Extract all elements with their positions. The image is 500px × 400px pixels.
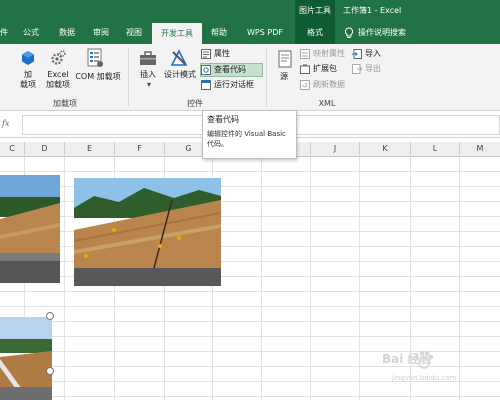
grid-line bbox=[0, 171, 500, 172]
run-dialog-button[interactable]: 运行对话框 bbox=[201, 79, 274, 91]
tab-review[interactable]: 审阅 bbox=[86, 22, 116, 44]
lightbulb-icon[interactable] bbox=[342, 22, 356, 44]
design-mode-icon bbox=[170, 49, 188, 67]
properties-button[interactable]: 属性 bbox=[201, 48, 264, 60]
addins-group-label: 加载项 bbox=[53, 99, 77, 108]
grid-line bbox=[359, 156, 360, 400]
com-addins-icon bbox=[86, 48, 104, 68]
map-properties-label: 映射属性 bbox=[313, 49, 345, 58]
window-title: 工作簿1 - Excel bbox=[343, 6, 402, 15]
import-button[interactable]: 导入 bbox=[352, 48, 399, 60]
slope-photo-3[interactable] bbox=[0, 317, 52, 400]
grid-line bbox=[0, 321, 500, 322]
grid-line bbox=[0, 396, 500, 397]
design-mode-button[interactable]: 设计模式 bbox=[162, 70, 198, 80]
slope-photo-1[interactable] bbox=[0, 175, 60, 283]
ribbon-tab-bar: 件 公式 数据 审阅 视图 开发工具 帮助 WPS PDF 格式 操作说明搜索 bbox=[0, 22, 500, 45]
run-dialog-icon bbox=[201, 80, 211, 90]
watermark-text: Bai 经验 bbox=[382, 352, 432, 366]
grid-line bbox=[0, 291, 500, 292]
column-header[interactable]: C bbox=[0, 142, 25, 156]
com-addins-button[interactable]: COM 加载项 bbox=[73, 72, 123, 82]
properties-icon bbox=[201, 49, 211, 59]
title-bar: 图片工具 bbox=[0, 0, 500, 22]
resize-handle[interactable] bbox=[46, 312, 54, 320]
column-header[interactable]: L bbox=[411, 142, 460, 156]
grid-line bbox=[310, 156, 311, 400]
tell-me-search[interactable]: 操作说明搜索 bbox=[358, 22, 418, 44]
expansion-packs-label: 扩展包 bbox=[313, 64, 337, 73]
column-header[interactable]: D bbox=[25, 142, 65, 156]
tab-file[interactable]: 件 bbox=[0, 22, 8, 44]
grid-line bbox=[64, 156, 65, 400]
tab-format[interactable]: 格式 bbox=[295, 22, 335, 44]
view-code-label: 查看代码 bbox=[214, 65, 246, 74]
tab-data[interactable]: 数据 bbox=[50, 22, 84, 44]
chevron-down-icon[interactable]: ▾ bbox=[145, 80, 153, 90]
export-label: 导出 bbox=[365, 64, 381, 73]
xml-source-icon bbox=[278, 50, 292, 68]
run-dialog-label: 运行对话框 bbox=[214, 80, 254, 89]
column-header[interactable]: M bbox=[460, 142, 500, 156]
import-label: 导入 bbox=[365, 49, 381, 58]
refresh-data-label: 刷新数据 bbox=[313, 80, 345, 89]
xml-source-button[interactable]: 源 bbox=[276, 72, 292, 82]
controls-group-label: 控件 bbox=[187, 99, 203, 108]
tooltip-description: 编辑控件的 Visual Basic 代码。 bbox=[207, 130, 286, 148]
tab-developer[interactable]: 开发工具 bbox=[152, 22, 202, 45]
grid-line bbox=[0, 306, 500, 307]
import-icon bbox=[352, 49, 362, 59]
properties-label: 属性 bbox=[214, 49, 230, 58]
watermark-url: jingyan.baidu.com bbox=[392, 374, 457, 382]
insert-function-button[interactable]: fx bbox=[2, 117, 18, 131]
column-header[interactable]: E bbox=[65, 142, 115, 156]
toolbox-icon bbox=[139, 50, 157, 66]
column-header[interactable]: F bbox=[115, 142, 165, 156]
excel-addins-button[interactable]: Excel 加载项 bbox=[43, 70, 73, 90]
baidu-jingyan-watermark: Bai 经验 jingyan.baidu.com bbox=[382, 348, 494, 388]
tab-wps-pdf[interactable]: WPS PDF bbox=[240, 22, 290, 44]
grid-line bbox=[0, 336, 500, 337]
grid-line bbox=[261, 156, 262, 400]
addins-button[interactable]: 加 载项 bbox=[16, 70, 40, 90]
tab-view[interactable]: 视图 bbox=[118, 22, 150, 44]
group-divider bbox=[266, 48, 267, 106]
gear-icon bbox=[50, 50, 66, 66]
expansion-packs-icon bbox=[300, 64, 310, 74]
refresh-icon bbox=[300, 80, 310, 90]
map-properties-icon bbox=[300, 49, 310, 59]
ribbon-panel: 加 载项 Excel 加载项 COM 加载项 加载项 插入 ▾ 设计模式 属性 … bbox=[0, 44, 500, 111]
export-icon bbox=[352, 64, 363, 74]
addins-icon bbox=[20, 50, 36, 66]
slope-photo-2[interactable] bbox=[74, 178, 221, 286]
resize-handle[interactable] bbox=[46, 367, 54, 375]
column-header[interactable]: K bbox=[360, 142, 411, 156]
refresh-data-button[interactable]: 刷新数据 bbox=[300, 79, 363, 91]
column-header[interactable]: J bbox=[311, 142, 360, 156]
view-code-button[interactable]: 查看代码 bbox=[200, 63, 263, 77]
picture-tools-context-label: 图片工具 bbox=[295, 0, 335, 22]
xml-group-label: XML bbox=[318, 99, 336, 108]
view-code-icon bbox=[201, 65, 211, 75]
group-divider bbox=[128, 48, 129, 106]
expansion-packs-button[interactable]: 扩展包 bbox=[300, 63, 357, 75]
tooltip-title: 查看代码 bbox=[207, 115, 239, 124]
insert-control-button[interactable]: 插入 bbox=[134, 70, 162, 80]
tab-help[interactable]: 帮助 bbox=[204, 22, 234, 44]
tab-formulas[interactable]: 公式 bbox=[14, 22, 48, 44]
export-button[interactable]: 导出 bbox=[352, 63, 399, 75]
